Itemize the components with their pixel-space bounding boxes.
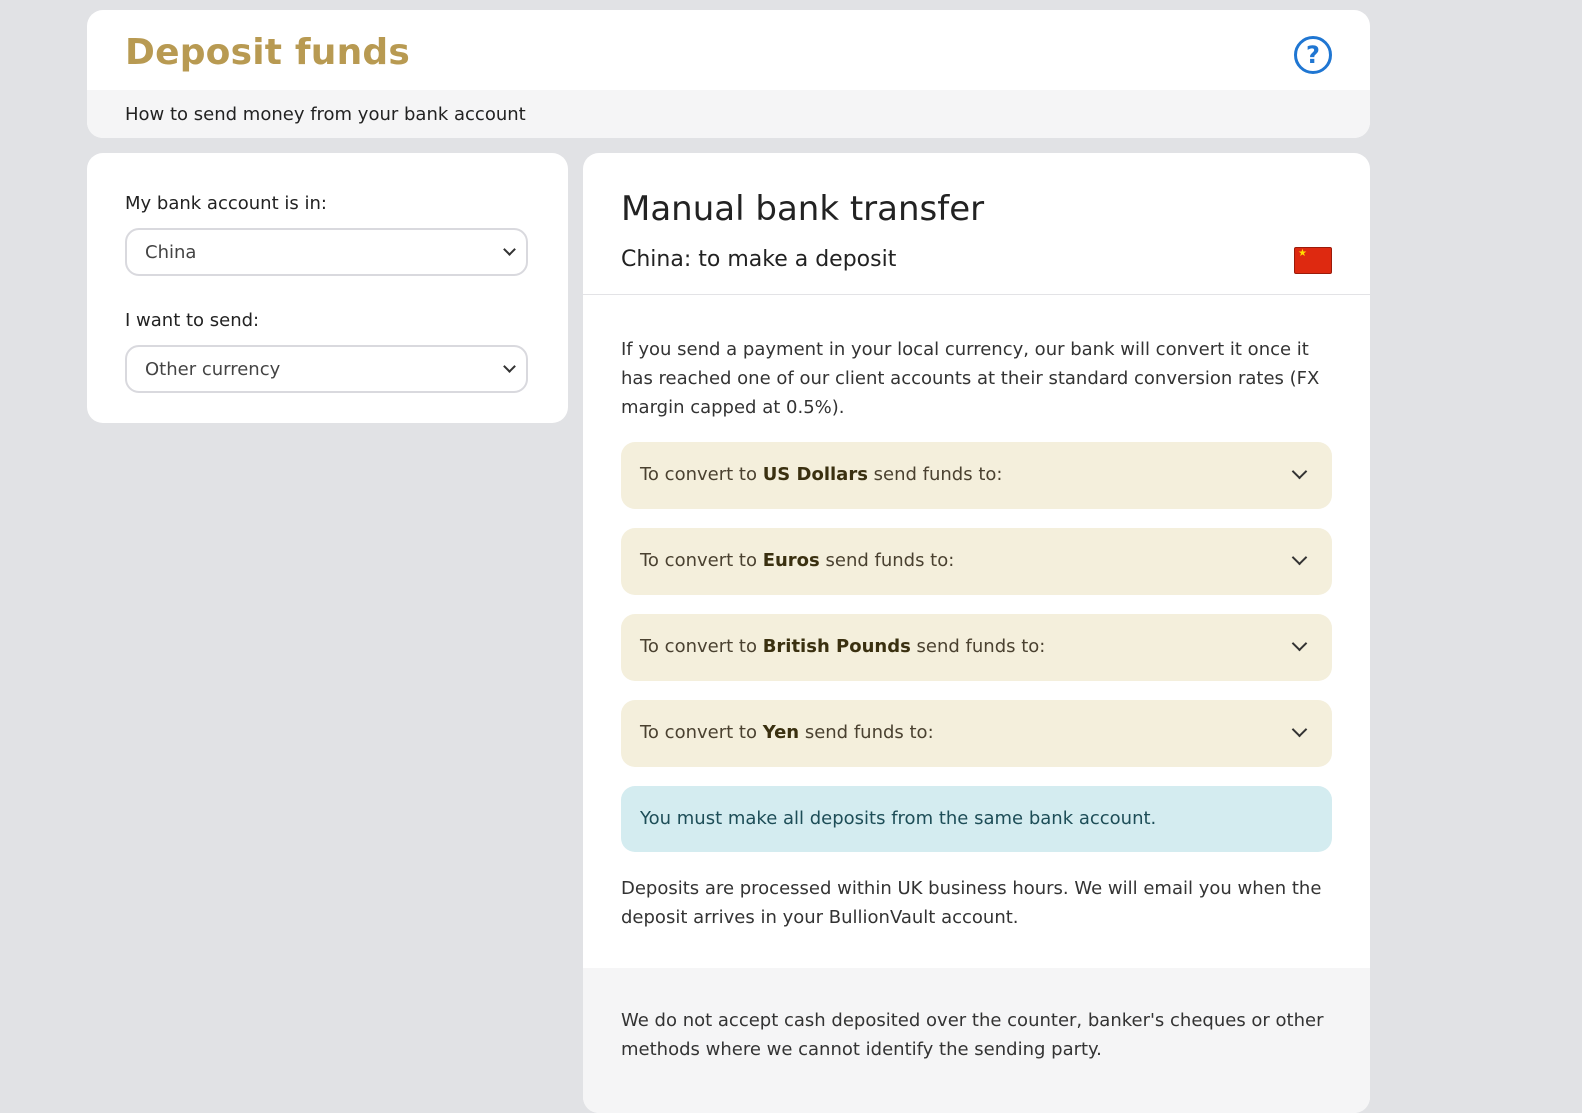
accordion-label: To convert to US Dollars send funds to: xyxy=(640,464,1003,485)
transfer-title: Manual bank transfer xyxy=(621,189,985,229)
page-subtitle: How to send money from your bank account xyxy=(125,104,526,125)
chevron-down-icon xyxy=(1291,635,1308,652)
same-account-notice: You must make all deposits from the same… xyxy=(621,786,1332,852)
conversion-intro: If you send a payment in your local curr… xyxy=(621,339,1320,418)
china-flag-icon: ★ xyxy=(1294,247,1332,274)
transfer-footer: We do not accept cash deposited over the… xyxy=(583,968,1370,1113)
transfer-subtitle: China: to make a deposit xyxy=(621,247,897,272)
processing-info: Deposits are processed within UK busines… xyxy=(621,878,1322,928)
chevron-down-icon xyxy=(1291,549,1308,566)
currency-select[interactable]: Other currency xyxy=(125,345,528,393)
accordion-label: To convert to British Pounds send funds … xyxy=(640,636,1046,657)
header-top: Deposit funds ? xyxy=(87,10,1370,90)
accordion-us-dollars[interactable]: To convert to US Dollars send funds to: xyxy=(621,442,1332,509)
chevron-down-icon xyxy=(1291,463,1308,480)
accordion-euros[interactable]: To convert to Euros send funds to: xyxy=(621,528,1332,595)
flag-star-icon: ★ xyxy=(1298,248,1307,259)
header-card: Deposit funds ? How to send money from y… xyxy=(87,10,1370,138)
question-circle-icon[interactable]: ? xyxy=(1294,36,1332,74)
accordion-british-pounds[interactable]: To convert to British Pounds send funds … xyxy=(621,614,1332,681)
currency-select-value: Other currency xyxy=(145,359,281,380)
currency-label: I want to send: xyxy=(125,310,260,331)
bank-selection-panel: My bank account is in: China I want to s… xyxy=(87,153,568,423)
accordion-label: To convert to Euros send funds to: xyxy=(640,550,955,571)
page-title: Deposit funds xyxy=(125,32,411,73)
header-subtitle-bar: How to send money from your bank account xyxy=(87,90,1370,138)
country-label: My bank account is in: xyxy=(125,193,327,214)
notice-text: You must make all deposits from the same… xyxy=(640,808,1157,829)
chevron-down-icon xyxy=(1291,721,1308,738)
footer-text: We do not accept cash deposited over the… xyxy=(621,1010,1324,1060)
accordion-label: To convert to Yen send funds to: xyxy=(640,722,934,743)
transfer-header: Manual bank transfer China: to make a de… xyxy=(583,153,1370,295)
transfer-body: If you send a payment in your local curr… xyxy=(583,295,1370,932)
country-select[interactable]: China xyxy=(125,228,528,276)
transfer-details-panel: Manual bank transfer China: to make a de… xyxy=(583,153,1370,1113)
chevron-down-icon xyxy=(503,360,516,373)
country-select-value: China xyxy=(145,242,197,263)
chevron-down-icon xyxy=(503,243,516,256)
accordion-yen[interactable]: To convert to Yen send funds to: xyxy=(621,700,1332,767)
